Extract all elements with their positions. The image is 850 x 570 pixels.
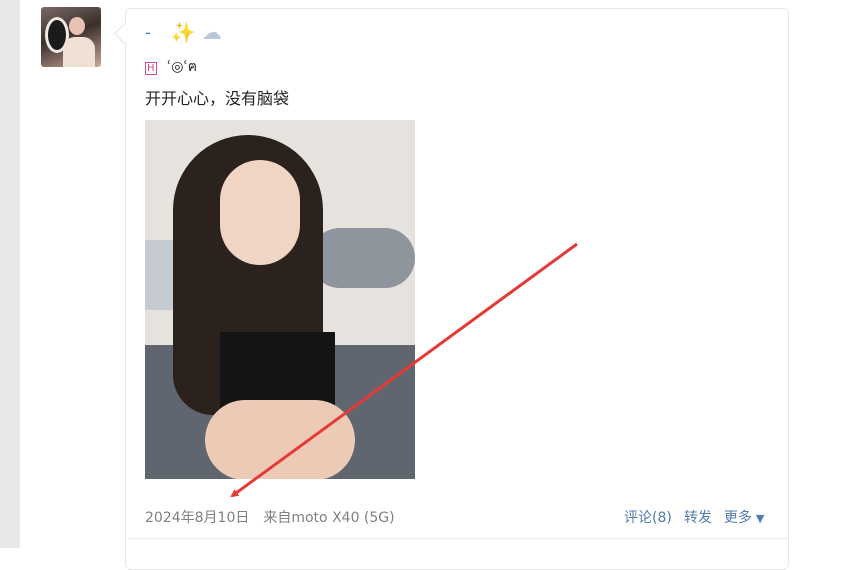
kaomoji-text: ʿ◎ʿฅ	[166, 59, 198, 75]
h-badge: H	[145, 62, 157, 75]
avatar-body-shape	[63, 37, 95, 67]
dash-text: -	[145, 22, 151, 42]
post-text: 开开心心，没有脑袋	[145, 89, 290, 108]
left-background-strip	[0, 0, 20, 548]
forward-button[interactable]: 转发	[684, 507, 712, 527]
photo-face-shape	[220, 160, 300, 265]
post-line-emoji: - ✨ ☁	[145, 20, 222, 44]
cloud-icon: ☁	[201, 20, 222, 44]
avatar-face-shape	[69, 17, 85, 35]
avatar[interactable]	[41, 7, 101, 67]
post-meta: 2024年8月10日 来自moto X40 (5G)	[145, 507, 395, 527]
photo-leg-shape	[205, 400, 355, 479]
post-source[interactable]: 来自moto X40 (5G)	[263, 507, 394, 527]
post-actions: 评论(8) 转发 更多 ▼	[624, 507, 764, 527]
post-date[interactable]: 2024年8月10日	[145, 507, 249, 527]
sparkles-icon: ✨	[170, 20, 196, 44]
chevron-down-icon: ▼	[755, 512, 765, 525]
photo-headrest-shape	[310, 228, 415, 288]
comment-button[interactable]: 评论(8)	[624, 507, 672, 527]
post-photo[interactable]	[145, 120, 415, 479]
post-line-kaomoji: H ʿ◎ʿฅ	[145, 56, 197, 78]
more-button[interactable]: 更多 ▼	[724, 507, 764, 527]
post-divider	[125, 538, 788, 539]
more-label: 更多	[723, 510, 752, 526]
